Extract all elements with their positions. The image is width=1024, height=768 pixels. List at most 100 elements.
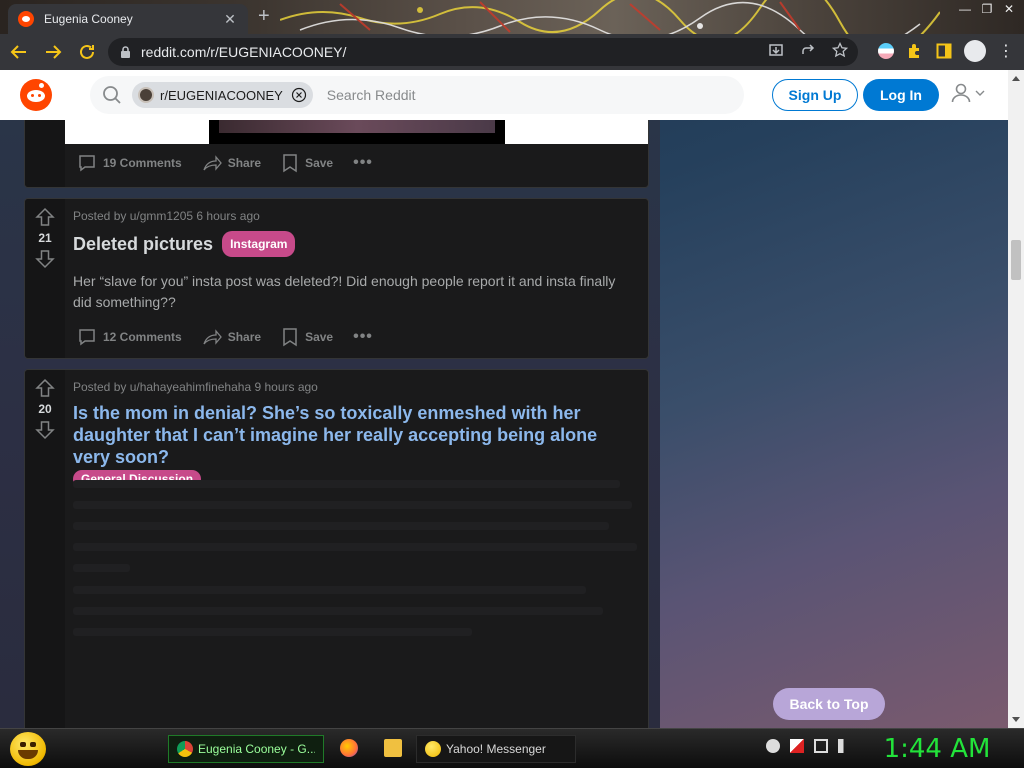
tab-close-icon[interactable]: ✕ [222, 11, 238, 28]
save-label: Save [305, 330, 334, 344]
arrow-left-icon [10, 45, 26, 59]
window-close-icon[interactable]: ✕ [998, 0, 1020, 18]
system-tray [766, 739, 852, 753]
address-bar[interactable]: reddit.com/r/EUGENIACOONEY/ [108, 38, 858, 66]
comments-count: 12 Comments [103, 330, 182, 344]
more-dots-icon: ••• [353, 328, 373, 345]
share-icon[interactable] [800, 42, 816, 58]
vote-column [25, 120, 65, 187]
log-in-button[interactable]: Log In [863, 79, 939, 111]
chrome-icon [177, 741, 193, 757]
side-panel-icon[interactable] [936, 43, 952, 59]
share-label: Share [227, 156, 262, 170]
taskbar: Eugenia Cooney - G... Yahoo! Messenger 1… [0, 728, 1024, 768]
network-icon[interactable] [814, 739, 828, 753]
comments-button[interactable]: 12 Comments [77, 327, 182, 347]
share-button[interactable]: Share [202, 153, 261, 173]
scroll-up-icon[interactable] [1012, 76, 1020, 81]
comment-icon [79, 155, 95, 172]
post-flair[interactable]: Instagram [222, 231, 296, 257]
post-actions: 12 Comments Share Save ••• [77, 327, 373, 347]
browser-tab-strip: Eugenia Cooney ✕ + — ❐ ✕ [0, 0, 1024, 34]
browser-toolbar: reddit.com/r/EUGENIACOONEY/ ⋮ [0, 34, 1024, 70]
downvote-icon[interactable] [35, 249, 55, 269]
post-body: Posted by u/hahayeahimfinehaha 9 hours a… [73, 370, 636, 490]
post-body: Posted by u/gmm1205 6 hours ago Deleted … [73, 199, 636, 313]
install-app-icon[interactable] [768, 42, 784, 58]
upvote-icon[interactable] [35, 378, 55, 398]
search-bar[interactable]: r/EUGENIACOONEY Search Reddit [90, 76, 744, 114]
clear-chip-icon[interactable] [291, 87, 307, 103]
search-input[interactable]: Search Reddit [327, 87, 416, 103]
post-card[interactable]: 20 Posted by u/hahayeahimfinehaha 9 hour… [24, 369, 649, 728]
taskbar-yahoo-label: Yahoo! Messenger [446, 742, 546, 756]
subreddit-filter-chip: r/EUGENIACOONEY [132, 82, 313, 108]
comments-count: 19 Comments [103, 156, 182, 170]
new-tab-button[interactable]: + [258, 6, 270, 26]
tray-flag-icon[interactable] [790, 739, 804, 753]
post-media[interactable] [65, 120, 648, 144]
post-meta: Posted by u/gmm1205 6 hours ago [73, 209, 260, 223]
user-menu-button[interactable] [950, 82, 986, 104]
firefox-icon[interactable] [340, 739, 358, 757]
chevron-down-icon [975, 90, 985, 96]
reddit-header: r/EUGENIACOONEY Search Reddit Sign Up Lo… [0, 70, 1008, 120]
taskbar-clock[interactable]: 1:44 AM [872, 733, 1002, 765]
profile-avatar-icon[interactable] [964, 40, 986, 62]
post-card[interactable]: 21 Posted by u/gmm1205 6 hours ago Delet… [24, 198, 649, 359]
save-label: Save [305, 156, 334, 170]
maximize-icon[interactable]: ❐ [976, 0, 998, 18]
browser-menu-icon[interactable]: ⋮ [998, 41, 1014, 61]
post-title[interactable]: Is the mom in denial? She’s so toxically… [73, 402, 636, 468]
lock-icon [121, 45, 130, 58]
share-button[interactable]: Share [202, 327, 261, 347]
more-dots-icon: ••• [353, 154, 373, 171]
taskbar-chrome-item[interactable]: Eugenia Cooney - G... [168, 735, 324, 763]
save-button[interactable]: Save [281, 153, 333, 173]
reddit-favicon-icon [18, 11, 34, 27]
folder-icon[interactable] [384, 739, 402, 757]
post-title-text: Deleted pictures [73, 234, 214, 254]
subreddit-avatar [138, 87, 154, 103]
post-text-faded [73, 480, 643, 649]
reddit-logo-icon[interactable] [20, 79, 52, 111]
upvote-icon[interactable] [35, 207, 55, 227]
post-meta: Posted by u/hahayeahimfinehaha 9 hours a… [73, 380, 318, 394]
browser-tab[interactable]: Eugenia Cooney ✕ [8, 4, 248, 34]
reload-button[interactable] [72, 37, 102, 67]
post-card[interactable]: 19 Comments Share Save ••• [24, 120, 649, 188]
taskbar-yahoo-item[interactable]: Yahoo! Messenger [416, 735, 576, 763]
yahoo-messenger-icon [425, 741, 441, 757]
post-title[interactable]: Deleted pictures Instagram [73, 231, 636, 257]
sign-up-button[interactable]: Sign Up [772, 79, 858, 111]
downvote-icon[interactable] [35, 420, 55, 440]
bookmark-icon [283, 154, 297, 173]
window-controls: — ❐ ✕ [954, 0, 1020, 18]
minimize-icon[interactable]: — [954, 0, 976, 18]
profile-flag-icon[interactable] [878, 43, 894, 59]
back-button[interactable] [4, 37, 34, 67]
extensions-puzzle-icon[interactable] [906, 42, 924, 60]
forward-button[interactable] [38, 37, 68, 67]
vote-column: 21 [25, 199, 65, 358]
tray-minus-icon[interactable] [766, 739, 780, 753]
share-arrow-icon [203, 329, 222, 345]
save-button[interactable]: Save [281, 327, 333, 347]
scroll-down-icon[interactable] [1012, 717, 1020, 722]
search-icon [103, 86, 121, 104]
back-to-top-button[interactable]: Back to Top [773, 688, 885, 720]
bookmark-icon [283, 328, 297, 347]
vote-count: 21 [38, 231, 52, 245]
tab-title: Eugenia Cooney [44, 12, 133, 26]
start-button-smiley-icon[interactable] [10, 732, 46, 766]
more-options-button[interactable]: ••• [353, 328, 373, 346]
more-options-button[interactable]: ••• [353, 154, 373, 172]
volume-icon[interactable] [838, 739, 852, 753]
scrollbar-thumb[interactable] [1011, 240, 1021, 280]
page-scrollbar[interactable] [1008, 70, 1024, 728]
comments-button[interactable]: 19 Comments [77, 153, 182, 173]
bookmark-star-icon[interactable] [832, 42, 848, 58]
user-icon [951, 83, 971, 103]
subreddit-feed: 19 Comments Share Save ••• 21 Posted by … [0, 120, 1008, 728]
taskbar-chrome-label: Eugenia Cooney - G... [198, 742, 315, 756]
